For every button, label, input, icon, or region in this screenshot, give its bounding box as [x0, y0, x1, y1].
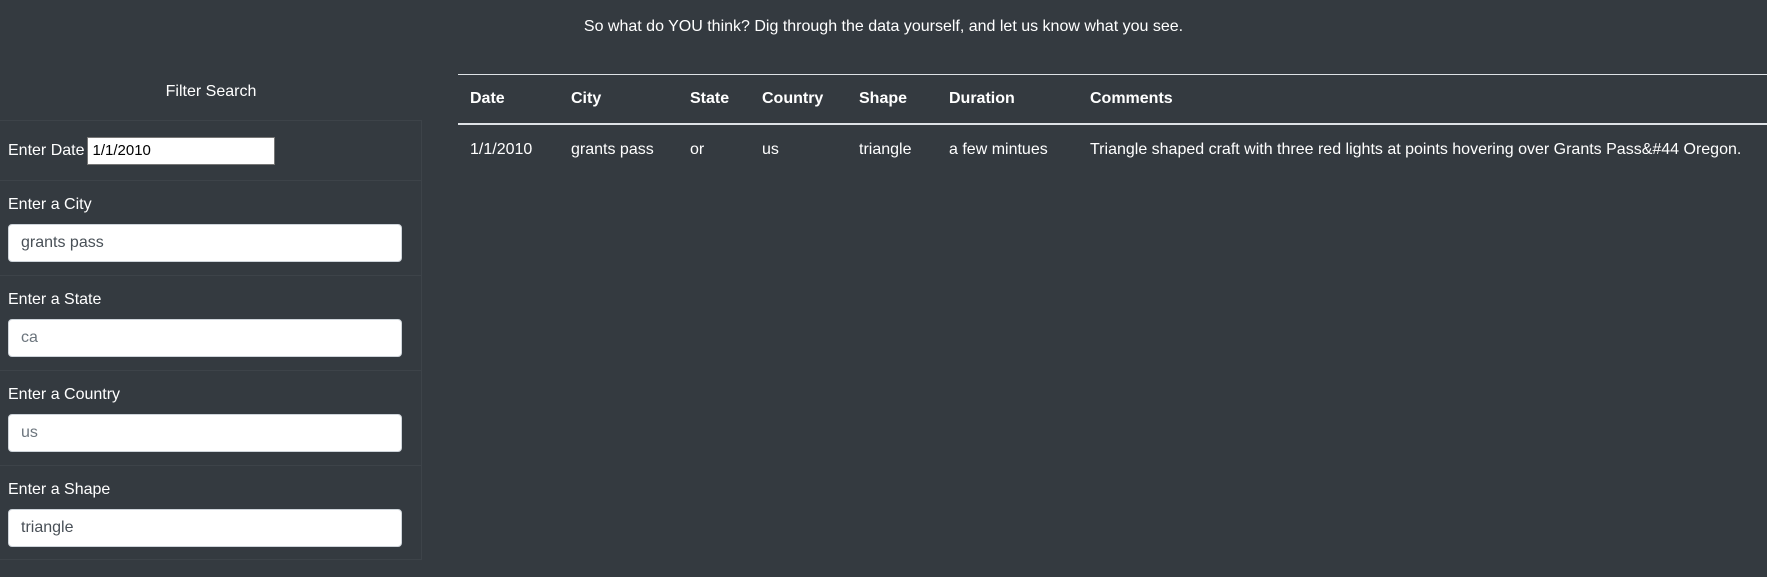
- date-input[interactable]: [87, 136, 276, 165]
- country-input[interactable]: [8, 414, 402, 452]
- state-label: Enter a State: [8, 291, 102, 308]
- table-row: 1/1/2010 grants pass or us triangle a fe…: [458, 124, 1767, 175]
- cell-comments: Triangle shaped craft with three red lig…: [1090, 141, 1742, 158]
- cell-city: grants pass: [571, 141, 654, 158]
- filter-city-group: Enter a City: [0, 180, 422, 275]
- filter-date-group: Enter Date: [0, 120, 422, 180]
- filter-state-group: Enter a State: [0, 275, 422, 370]
- intro-text: So what do YOU think? Dig through the da…: [583, 18, 1184, 35]
- date-label: Enter Date: [8, 141, 85, 159]
- country-label: Enter a Country: [8, 386, 121, 403]
- header-state: State: [678, 74, 750, 125]
- cell-duration: a few mintues: [949, 141, 1048, 158]
- city-label: Enter a City: [8, 196, 92, 213]
- header-country: Country: [750, 74, 847, 125]
- header-duration: Duration: [937, 74, 1078, 125]
- state-input[interactable]: [8, 319, 402, 357]
- cell-date: 1/1/2010: [470, 141, 533, 158]
- cell-state: or: [690, 141, 705, 158]
- city-input[interactable]: [8, 224, 402, 262]
- filter-shape-group: Enter a Shape: [0, 465, 422, 560]
- filter-sidebar: Filter Search Enter Date Enter a City En…: [0, 70, 422, 560]
- ufo-results-table: Date City State Country Shape Duration C…: [458, 74, 1767, 175]
- shape-label: Enter a Shape: [8, 481, 111, 498]
- filter-title: Filter Search: [165, 83, 257, 100]
- shape-input[interactable]: [8, 509, 402, 547]
- table-header-row: Date City State Country Shape Duration C…: [458, 74, 1767, 125]
- cell-shape: triangle: [859, 141, 912, 158]
- header-city: City: [559, 74, 678, 125]
- header-shape: Shape: [847, 74, 937, 125]
- filter-country-group: Enter a Country: [0, 370, 422, 465]
- header-date: Date: [458, 74, 559, 125]
- results-table-wrapper: Date City State Country Shape Duration C…: [458, 74, 1767, 175]
- header-comments: Comments: [1078, 74, 1767, 125]
- cell-country: us: [762, 141, 779, 158]
